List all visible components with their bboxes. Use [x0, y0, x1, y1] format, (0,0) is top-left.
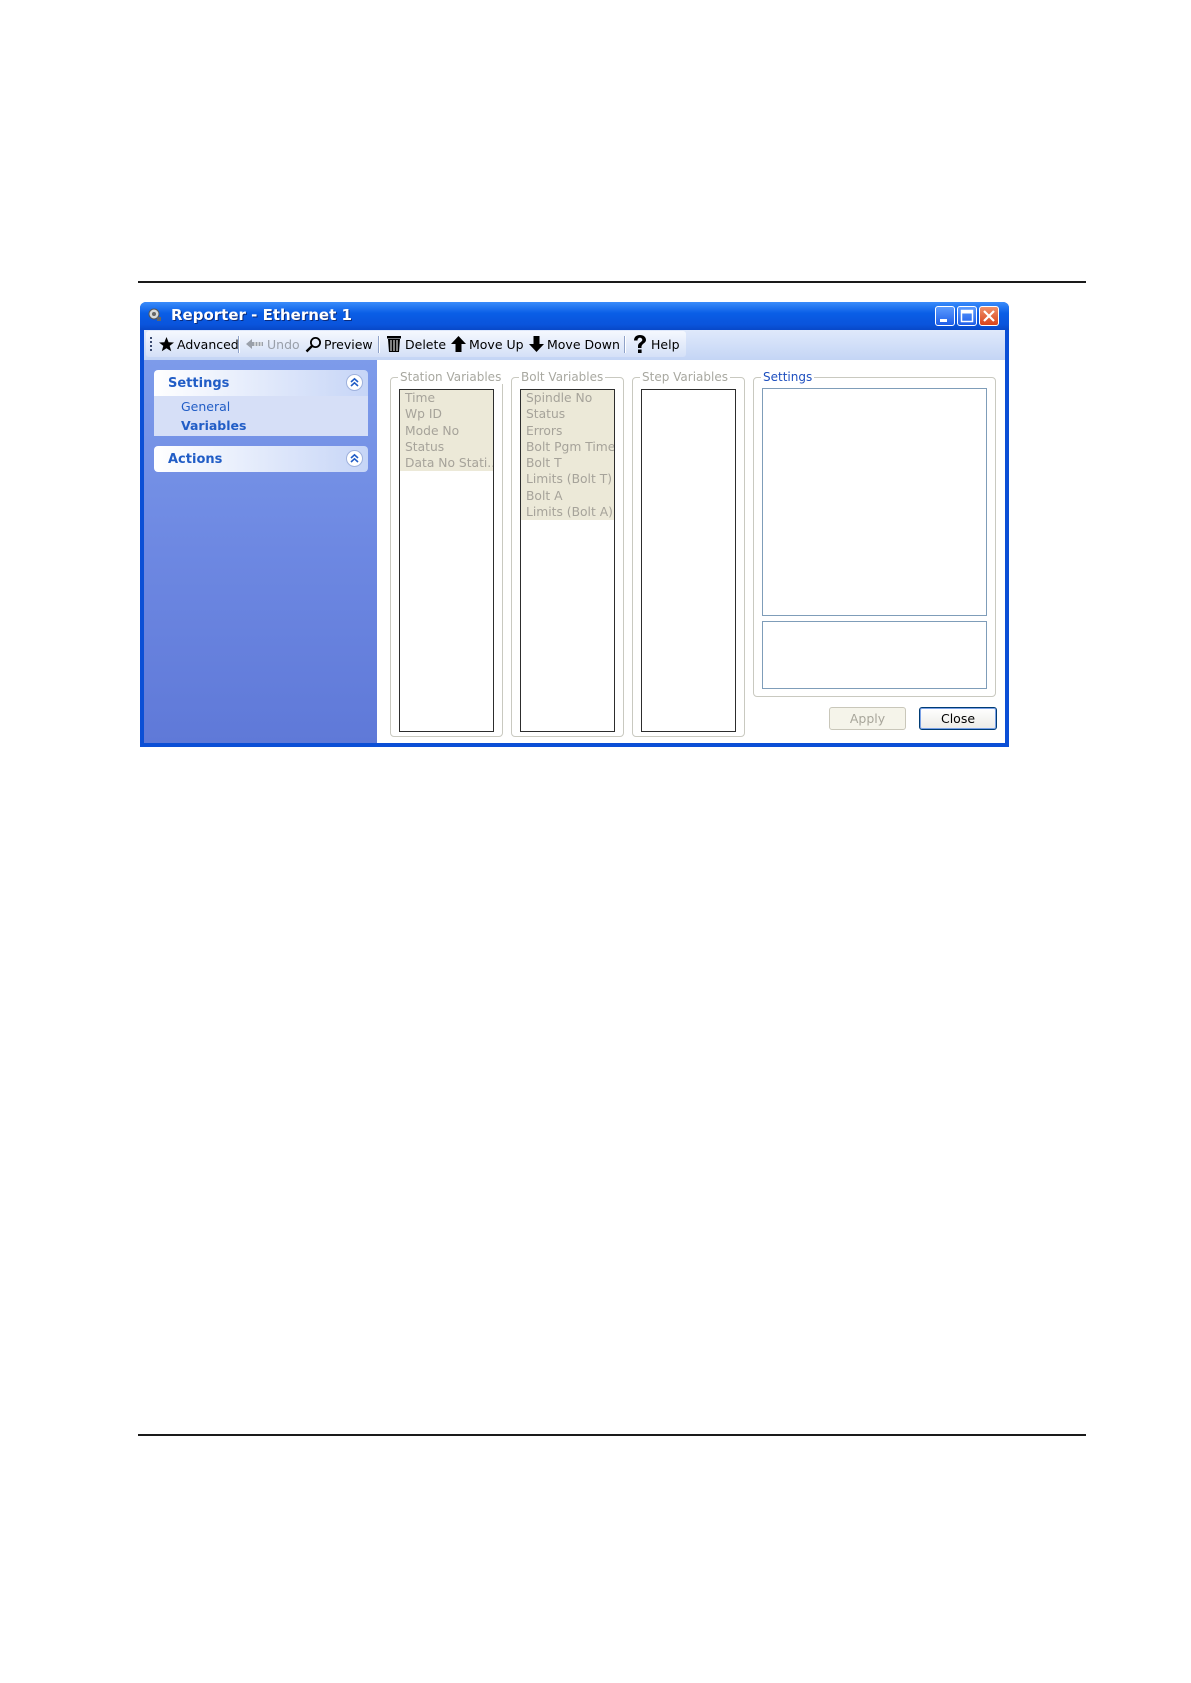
settings-description-box[interactable]	[762, 621, 987, 689]
advanced-button[interactable]: Advanced	[158, 333, 239, 355]
chevron-double-up-icon	[350, 377, 359, 387]
step-variables-list[interactable]	[641, 389, 736, 732]
move-up-button[interactable]: Move Up	[450, 333, 524, 355]
station-variables-legend: Station Variables	[398, 370, 504, 384]
bolt-variables-items: Spindle No Status Errors Bolt Pgm Time B…	[521, 390, 614, 521]
maximize-button[interactable]	[957, 306, 977, 326]
list-item[interactable]: Bolt Pgm Time	[521, 439, 614, 455]
settings-editor[interactable]	[762, 388, 987, 616]
trash-icon	[387, 336, 401, 352]
chevron-double-up-icon	[350, 453, 359, 463]
toolbar: Advanced Undo Preview Delete Move Up Mov…	[144, 330, 1005, 360]
help-label: Help	[651, 336, 680, 352]
delete-button[interactable]: Delete	[385, 333, 446, 355]
help-question-icon	[634, 335, 646, 353]
list-item[interactable]: Spindle No	[521, 390, 614, 406]
toolbar-separator	[238, 336, 240, 353]
close-window-button[interactable]	[979, 306, 999, 326]
minimize-button[interactable]	[935, 306, 955, 326]
list-item[interactable]: Mode No	[400, 423, 493, 439]
undo-button[interactable]: Undo	[245, 333, 300, 355]
actions-panel-title: Actions	[168, 452, 223, 467]
undo-label: Undo	[267, 336, 300, 352]
arrow-up-icon	[451, 336, 466, 352]
step-variables-legend: Step Variables	[640, 370, 730, 384]
main-content: Station Variables Time Wp ID Mode No Sta…	[377, 360, 1005, 743]
toolbar-grip[interactable]	[150, 337, 152, 351]
apply-button[interactable]: Apply	[829, 707, 906, 730]
station-variables-list[interactable]: Time Wp ID Mode No Status Data No Stati.…	[399, 389, 494, 732]
list-item[interactable]: Data No Stati...	[400, 455, 493, 471]
preview-label: Preview	[324, 336, 373, 352]
settings-group: Settings	[753, 370, 996, 697]
nav-variables-link[interactable]: Variables	[181, 418, 246, 433]
list-item[interactable]: Status	[400, 439, 493, 455]
settings-panel-body: General Variables	[154, 396, 368, 436]
bolt-variables-group: Bolt Variables Spindle No Status Errors …	[511, 370, 624, 737]
help-button[interactable]: Help	[631, 333, 680, 355]
list-item[interactable]: Status	[521, 406, 614, 422]
minimize-icon	[940, 319, 947, 322]
title-bar[interactable]: Reporter - Ethernet 1	[140, 302, 1009, 330]
reporter-window: Reporter - Ethernet 1 Advanced Undo Prev…	[140, 302, 1009, 747]
move-down-label: Move Down	[547, 336, 620, 352]
list-item[interactable]: Errors	[521, 423, 614, 439]
toolbar-separator	[624, 336, 626, 353]
task-pane: Settings General Variables Actions	[144, 360, 377, 743]
undo-arrow-icon	[246, 339, 263, 349]
magnifier-icon	[305, 336, 321, 352]
list-item[interactable]: Limits (Bolt T)	[521, 471, 614, 487]
arrow-down-icon	[529, 336, 544, 352]
list-item[interactable]: Time	[400, 390, 493, 406]
station-variables-items: Time Wp ID Mode No Status Data No Stati.…	[400, 390, 493, 472]
list-item[interactable]: Limits (Bolt A)	[521, 504, 614, 520]
window-client-area: Advanced Undo Preview Delete Move Up Mov…	[144, 330, 1005, 743]
toolbar-strip: Advanced Undo Preview Delete Move Up Mov…	[146, 331, 686, 357]
nav-general-link[interactable]: General	[181, 399, 230, 414]
delete-label: Delete	[405, 336, 447, 352]
toolbar-separator	[378, 336, 380, 353]
settings-panel-title: Settings	[168, 376, 230, 391]
settings-panel-header[interactable]: Settings	[154, 370, 368, 396]
close-button[interactable]: Close	[919, 707, 997, 730]
collapse-settings-button[interactable]	[346, 374, 363, 391]
page-top-rule	[138, 281, 1086, 283]
actions-panel-header[interactable]: Actions	[154, 446, 368, 472]
step-variables-group: Step Variables	[632, 370, 745, 737]
move-down-button[interactable]: Move Down	[528, 333, 620, 355]
window-title: Reporter - Ethernet 1	[171, 306, 352, 324]
settings-legend: Settings	[761, 370, 815, 384]
preview-button[interactable]: Preview	[305, 333, 373, 355]
page-bottom-rule	[138, 1434, 1086, 1436]
star-icon	[159, 336, 174, 351]
maximize-icon	[960, 309, 974, 323]
advanced-label: Advanced	[177, 336, 239, 352]
list-item[interactable]: Bolt T	[521, 455, 614, 471]
list-item[interactable]: Bolt A	[521, 488, 614, 504]
close-icon	[983, 310, 995, 322]
app-icon	[148, 308, 161, 321]
move-up-label: Move Up	[469, 336, 524, 352]
collapse-actions-button[interactable]	[346, 450, 363, 467]
list-item[interactable]: Wp ID	[400, 406, 493, 422]
bolt-variables-legend: Bolt Variables	[519, 370, 606, 384]
bolt-variables-list[interactable]: Spindle No Status Errors Bolt Pgm Time B…	[520, 389, 615, 732]
station-variables-group: Station Variables Time Wp ID Mode No Sta…	[390, 370, 504, 737]
